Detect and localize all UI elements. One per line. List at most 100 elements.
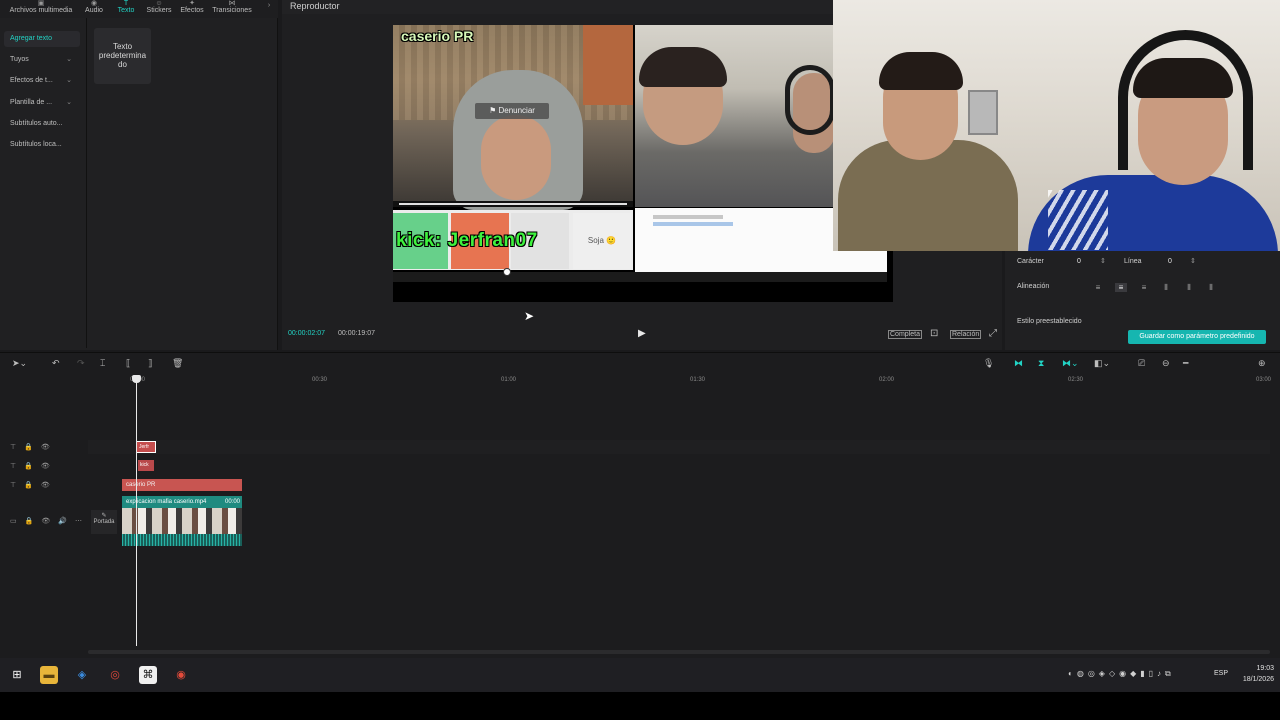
caption-icon[interactable]: ⎚ [1138,358,1145,369]
align-left-icon[interactable]: ≡ [1092,283,1104,292]
nav-add-text[interactable]: Agregar texto [4,31,80,47]
chrome-icon[interactable]: ◉ [172,666,190,684]
select-tool-icon[interactable]: ➤⌄ [12,358,27,369]
magnet-icon[interactable]: ⧗ [1038,358,1044,369]
toolbar-audio-label: Audio [85,7,103,14]
app-icon[interactable]: ◈ [73,666,91,684]
linea-input[interactable]: 0 [1168,258,1172,265]
text-clip-jerfran[interactable]: Jerfr [136,441,156,453]
default-text-preset-card[interactable]: Texto predetermina do [94,28,151,84]
toolbar-more-chevron-icon[interactable]: › [264,0,274,18]
completa-button[interactable]: Completa [888,330,922,339]
toolbar-stickers[interactable]: ☺ Stickers [144,0,174,18]
letterbox-bottom [0,692,1280,720]
align-vertical-top-icon[interactable]: ⦀ [1160,283,1172,293]
aspect-ratio-button[interactable]: Relación [950,330,982,339]
track-controls-text-1[interactable]: ⊤ 🔒 👁 [10,443,58,451]
caracter-stepper-icon[interactable]: ⇕ [1100,257,1106,265]
video-person-2-hair [639,47,727,87]
eye-icon[interactable]: 👁 [41,444,50,451]
timeline-ruler[interactable] [88,374,1270,388]
redo-icon[interactable]: ↷ [77,358,85,369]
align-vertical-bottom-icon[interactable]: ⦀ [1205,283,1217,293]
capcut-icon[interactable]: ⌘ [139,666,157,684]
timeline-scrollbar[interactable] [88,650,1270,654]
undo-icon[interactable]: ↶ [52,358,60,369]
microphone-icon[interactable]: 🎙 [983,358,994,369]
split-left-icon[interactable]: ⟦ [126,358,130,369]
nav-templates[interactable]: Plantilla de ... ⌄ [4,95,80,111]
lock-icon[interactable]: 🔒 [24,444,33,451]
clock[interactable]: 19:03 18/1/2026 [1238,663,1274,685]
video-clip-thumbnails [122,508,242,534]
toolbar-effects-label: Efectos [180,7,204,14]
language-indicator[interactable]: ESP [1214,670,1228,677]
nav-auto-subtitles[interactable]: Subtítulos auto... [4,116,80,132]
text-clip-kick[interactable]: kick [138,460,154,471]
delete-icon[interactable]: 🗑 [172,358,183,369]
snapshot-icon[interactable]: ⊡ [930,328,938,339]
track-controls-text-2[interactable]: ⊤ 🔒 👁 [10,462,58,470]
eye-icon[interactable]: 👁 [41,482,50,489]
snap-icon[interactable]: ⧓⌄ [1062,358,1079,369]
webcam-bg-window [968,90,998,135]
split-right-icon[interactable]: ⟧ [148,358,152,369]
track-controls-video[interactable]: ▭ 🔒 👁 🔊 ⋯ [10,517,90,525]
text-clip-caserio[interactable]: caserio PR [122,479,242,491]
play-icon[interactable]: ▶ [638,328,648,340]
video-clip-duration: 00:00 [224,499,240,505]
toolbar-audio[interactable]: ◉ Audio [80,0,108,18]
headphones-icon [785,65,835,135]
video-preview[interactable]: caserio PR ⚑ Denunciar Soja 🙂 kick: Jerf… [393,25,893,302]
split-icon[interactable]: ⌶ [100,358,105,369]
video-track-icon: ▭ [10,518,17,525]
align-center-icon[interactable]: ≡ [1115,283,1127,292]
linea-stepper-icon[interactable]: ⇕ [1190,257,1196,265]
nav-local-subtitles[interactable]: Subtítulos loca... [4,137,80,153]
cover-button[interactable]: ✎ Portada [91,510,117,534]
lock-icon[interactable]: 🔒 [24,482,33,489]
ruler-tick: 01:00 [501,377,517,383]
file-explorer-icon[interactable]: ▬ [40,666,58,684]
eye-icon[interactable]: 👁 [41,463,50,470]
speaker-icon[interactable]: 🔊 [58,518,67,525]
nav-tuyos[interactable]: Tuyos ⌄ [4,52,80,68]
zoom-fit-icon[interactable]: ⊕ [1258,358,1266,369]
nav-text-effects[interactable]: Efectos de t... ⌄ [4,73,80,89]
toolbar-transitions[interactable]: ⋈ Transiciones [210,0,254,18]
toolbar-text[interactable]: T Texto [112,0,140,18]
toolbar-media[interactable]: ▣ Archivos multimedia [6,0,76,18]
player-current-time: 00:00:02:07 [288,330,325,337]
align-right-icon[interactable]: ≡ [1138,283,1150,292]
caracter-input[interactable]: 0 [1077,258,1081,265]
link-clips-icon[interactable]: ⧓ [1014,358,1023,369]
cover-label: Portada [93,519,115,525]
preview-axis-icon[interactable]: ◧⌄ [1094,358,1110,369]
preset-card-label: Texto predetermina do [98,42,147,69]
video-inner-progress-fill [399,203,627,205]
panel-divider [86,18,87,348]
save-preset-button[interactable]: Guardar como parámetro predefinido [1128,330,1266,344]
track-controls-text-3[interactable]: ⊤ 🔒 👁 [10,481,58,489]
more-icon[interactable]: ⋯ [75,518,82,525]
lock-icon[interactable]: 🔒 [24,463,33,470]
windows-start-icon[interactable]: ⊞ [8,666,26,684]
system-tray-icons[interactable]: ◐◍◎◈◇◉◆▮▯♪⧉ [1068,669,1175,679]
zoom-slider-icon[interactable]: ━ [1183,358,1188,369]
lock-icon[interactable]: 🔒 [25,518,34,525]
recorder-icon[interactable]: ◎ [106,666,124,684]
media-icon: ▣ [37,0,45,7]
sticker-icon: ☺ [155,0,163,7]
playhead[interactable] [136,378,137,646]
nav-local-subtitles-label: Subtítulos loca... [10,141,62,148]
zoom-out-icon[interactable]: ⊖ [1162,358,1170,369]
fullscreen-icon[interactable]: ⤢ [989,328,997,339]
playhead-handle[interactable] [132,375,141,383]
ruler-tick: 01:30 [690,377,706,383]
toolbar-stickers-label: Stickers [146,7,172,14]
align-vertical-center-icon[interactable]: ⦀ [1183,283,1195,293]
text-track-row [88,440,1270,454]
toolbar-effects[interactable]: ✦ Efectos [178,0,206,18]
video-bg-orange [583,25,633,105]
eye-icon[interactable]: 👁 [41,518,50,525]
